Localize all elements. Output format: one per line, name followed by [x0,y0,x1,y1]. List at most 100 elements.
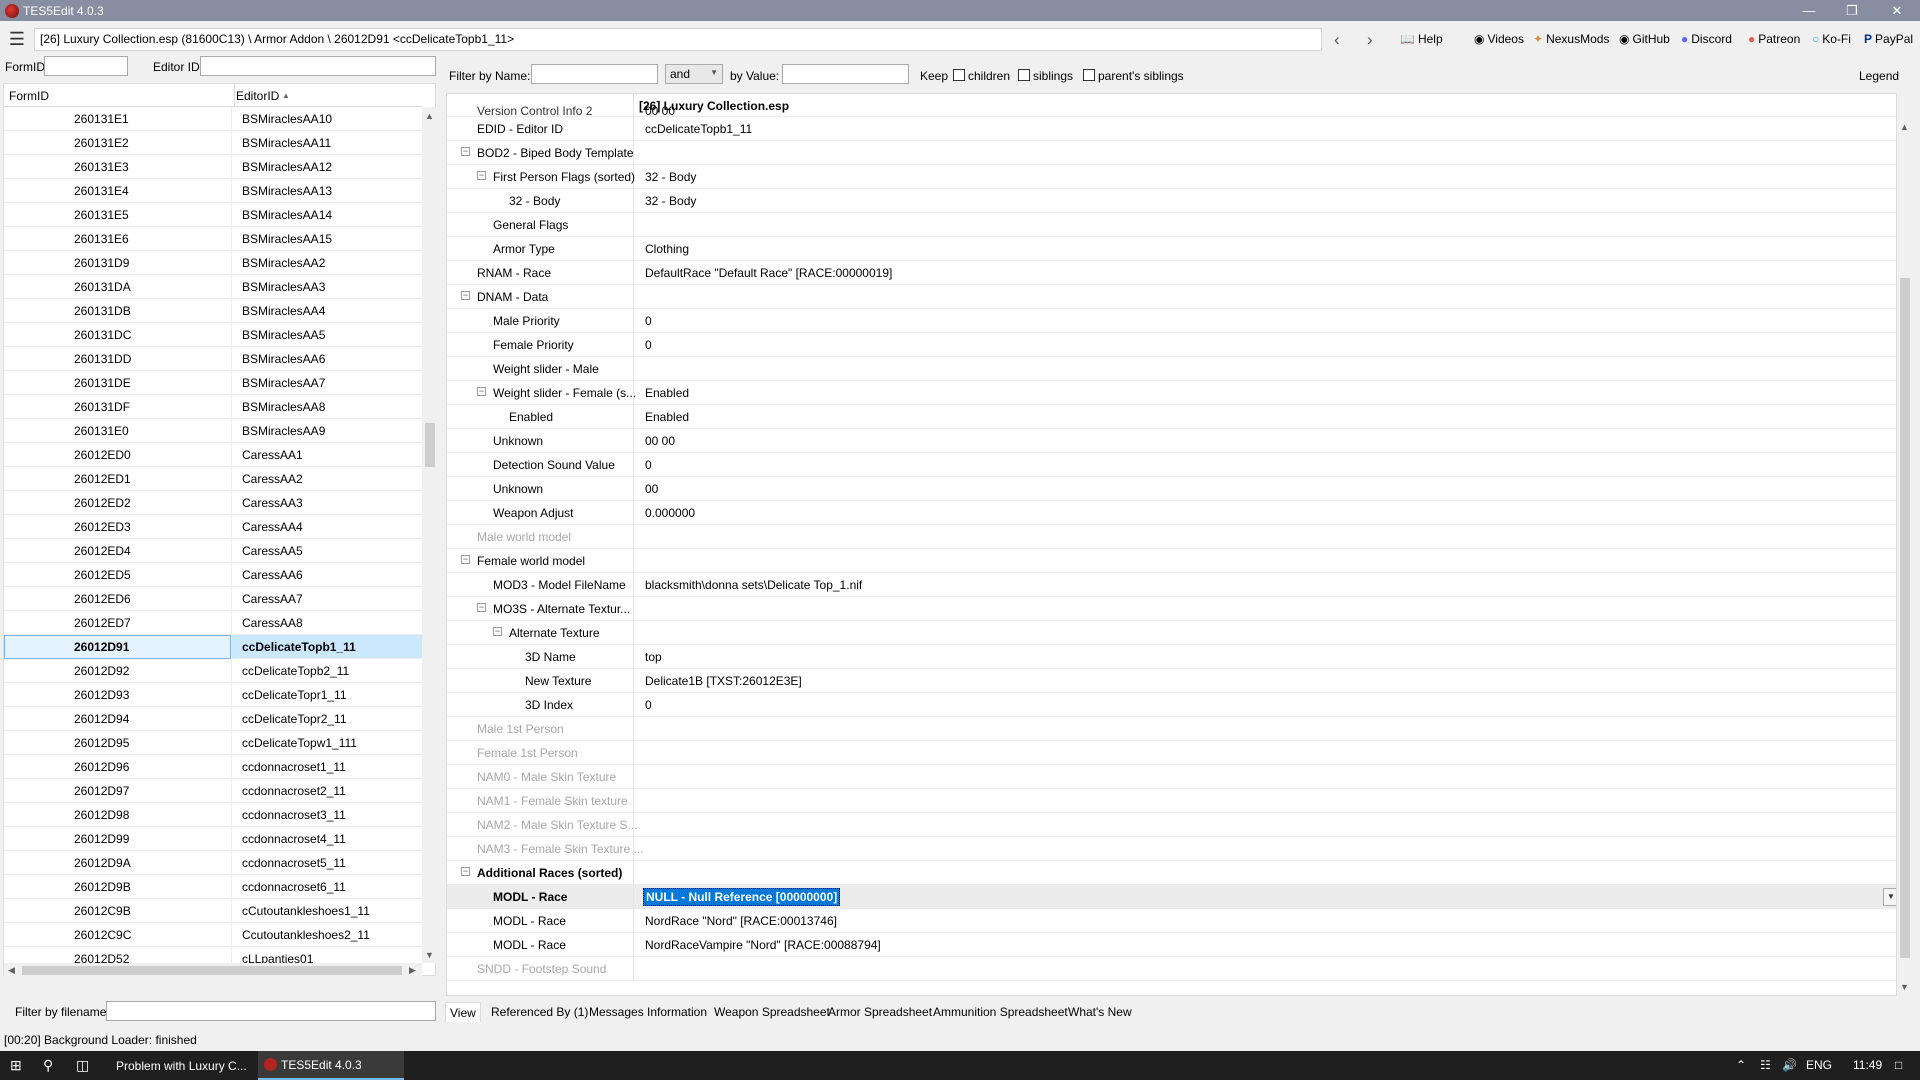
task-view-icon[interactable]: ◫ [76,1057,89,1074]
table-row[interactable]: 26012ED2 CaressAA3 [4,491,422,515]
table-row[interactable]: 260131E4 BSMiraclesAA13 [4,179,422,203]
table-row[interactable]: 260131E6 BSMiraclesAA15 [4,227,422,251]
field-value[interactable]: Delicate1B [TXST:26012E3E] [645,674,802,688]
detail-row[interactable]: Male Priority 0 [447,309,1896,333]
table-row[interactable]: 26012ED5 CaressAA6 [4,563,422,587]
back-arrow-icon[interactable]: ‹ [1334,30,1340,50]
field-value[interactable]: Enabled [645,386,689,400]
parents-siblings-checkbox[interactable] [1083,69,1095,81]
scroll-right-icon[interactable]: ▶ [409,965,416,976]
scroll-up-icon[interactable]: ▲ [1900,122,1909,132]
minimize-icon[interactable]: — [1786,0,1832,21]
left-horizontal-scrollbar[interactable]: ◀ ▶ [4,963,422,977]
clock[interactable]: 11:49 [1853,1058,1882,1072]
detail-row[interactable]: Enabled Enabled [447,405,1896,429]
field-value[interactable]: 32 - Body [645,194,696,208]
windows-start-icon[interactable]: ⊞ [10,1057,22,1074]
detail-row[interactable]: Unknown 00 [447,477,1896,501]
discord-link[interactable]: ● Discord [1681,32,1732,46]
detail-row[interactable]: MODL - Race NordRaceVampire "Nord" [RACE:… [447,933,1896,957]
detail-row[interactable]: − BOD2 - Biped Body Template [447,141,1896,165]
collapse-toggle-icon[interactable]: − [461,291,470,300]
detail-row[interactable]: SNDD - Footstep Sound [447,957,1896,981]
legend-button[interactable]: Legend [1859,69,1899,83]
table-row[interactable]: 260131DC BSMiraclesAA5 [4,323,422,347]
hscroll-thumb[interactable] [22,966,402,975]
tray-chevron-icon[interactable]: ⌃ [1736,1058,1746,1072]
taskbar-tes5edit[interactable]: TES5Edit 4.0.3 [258,1051,404,1080]
collapse-toggle-icon[interactable]: − [477,171,486,180]
table-row[interactable]: 26012C9C Ccutoutankleshoes2_11 [4,923,422,947]
tab-ammunition-spreadsheet[interactable]: Ammunition Spreadsheet [933,1005,1068,1019]
scroll-thumb[interactable] [425,423,435,467]
table-row[interactable]: 26012D96 ccdonnacroset1_11 [4,755,422,779]
network-icon[interactable]: ☷ [1760,1058,1771,1072]
collapse-toggle-icon[interactable]: − [461,867,470,876]
detail-row[interactable]: − MO3S - Alternate Textur... [447,597,1896,621]
table-row[interactable]: 260131E5 BSMiraclesAA14 [4,203,422,227]
table-row[interactable]: 260131E3 BSMiraclesAA12 [4,155,422,179]
table-row[interactable]: 26012ED3 CaressAA4 [4,515,422,539]
field-value[interactable]: 00 [645,482,658,496]
language-indicator[interactable]: ENG [1806,1058,1832,1072]
table-row[interactable]: 26012ED1 CaressAA2 [4,467,422,491]
detail-row[interactable]: EDID - Editor ID ccDelicateTopb1_11 [447,117,1896,141]
filter-by-value-input[interactable] [782,64,909,84]
table-row[interactable]: 260131DE BSMiraclesAA7 [4,371,422,395]
table-row[interactable]: 26012D97 ccdonnacroset2_11 [4,779,422,803]
forward-arrow-icon[interactable]: › [1367,30,1373,50]
detail-row[interactable]: − Alternate Texture [447,621,1896,645]
collapse-toggle-icon[interactable]: − [493,627,502,636]
record-list[interactable]: FormID EditorID ▲ 260131E1 BSMiraclesAA10… [3,83,437,977]
volume-icon[interactable]: 🔊 [1782,1058,1797,1072]
table-row[interactable]: 260131DF BSMiraclesAA8 [4,395,422,419]
table-row[interactable]: 260131E2 BSMiraclesAA11 [4,131,422,155]
detail-row[interactable]: − Female world model [447,549,1896,573]
detail-row[interactable]: 32 - Body 32 - Body [447,189,1896,213]
tab-weapon-spreadsheet[interactable]: Weapon Spreadsheet [714,1005,830,1019]
help-link[interactable]: 📖 Help [1400,32,1443,46]
table-row[interactable]: 260131DD BSMiraclesAA6 [4,347,422,371]
formid-filter-input[interactable] [44,56,128,76]
table-row[interactable]: 26012D52 cLLpanties01 [4,947,422,963]
filter-operator-select[interactable]: and ▼ [665,64,723,84]
detail-row[interactable]: 3D Index 0 [447,693,1896,717]
patreon-link[interactable]: ● Patreon [1748,32,1800,46]
close-icon[interactable]: ✕ [1874,0,1920,21]
table-row[interactable]: 26012ED4 CaressAA5 [4,539,422,563]
field-value[interactable]: 0 [645,338,652,352]
tab-messages[interactable]: Messages [589,1005,644,1019]
tab-referenced-by[interactable]: Referenced By (1) [491,1005,588,1019]
table-row[interactable]: 26012D94 ccDelicateTopr2_11 [4,707,422,731]
table-row[interactable]: 26012D93 ccDelicateTopr1_11 [4,683,422,707]
filter-by-name-input[interactable] [531,64,658,84]
collapse-toggle-icon[interactable]: − [461,555,470,564]
field-value[interactable]: NordRaceVampire "Nord" [RACE:00088794] [645,938,881,952]
field-value[interactable]: 32 - Body [645,170,696,184]
table-row[interactable]: 260131DA BSMiraclesAA3 [4,275,422,299]
detail-row[interactable]: NAM0 - Male Skin Texture [447,765,1896,789]
detail-row[interactable]: NAM3 - Female Skin Texture ... [447,837,1896,861]
siblings-checkbox[interactable] [1018,69,1030,81]
detail-row[interactable]: MODL - Race ▼ NULL - Null Reference [00000… [447,885,1896,909]
table-row[interactable]: 26012ED7 CaressAA8 [4,611,422,635]
selected-value[interactable]: NULL - Null Reference [00000000] [643,888,841,906]
detail-row[interactable]: − Additional Races (sorted) [447,861,1896,885]
children-checkbox[interactable] [953,69,965,81]
detail-row[interactable]: 3D Name top [447,645,1896,669]
table-row[interactable]: 26012C9B cCutoutankleshoes1_11 [4,899,422,923]
hamburger-menu-icon[interactable]: ☰ [0,25,34,55]
field-value[interactable]: 0 [645,314,652,328]
tab-information[interactable]: Information [647,1005,707,1019]
table-row[interactable]: 260131E1 BSMiraclesAA10 [4,107,422,131]
tab-whats-new[interactable]: What's New [1068,1005,1132,1019]
detail-row[interactable]: Weapon Adjust 0.000000 [447,501,1896,525]
detail-row[interactable]: NAM1 - Female Skin texture [447,789,1896,813]
detail-row[interactable]: Male world model [447,525,1896,549]
detail-row[interactable]: NAM2 - Male Skin Texture S... [447,813,1896,837]
scroll-down-icon[interactable]: ▼ [425,950,434,960]
detail-row[interactable]: MOD3 - Model FileName blacksmith\donna se… [447,573,1896,597]
detail-row[interactable]: Unknown 00 00 [447,429,1896,453]
editorid-column-header[interactable]: EditorID [236,89,279,103]
field-value[interactable]: NordRace "Nord" [RACE:00013746] [645,914,837,928]
